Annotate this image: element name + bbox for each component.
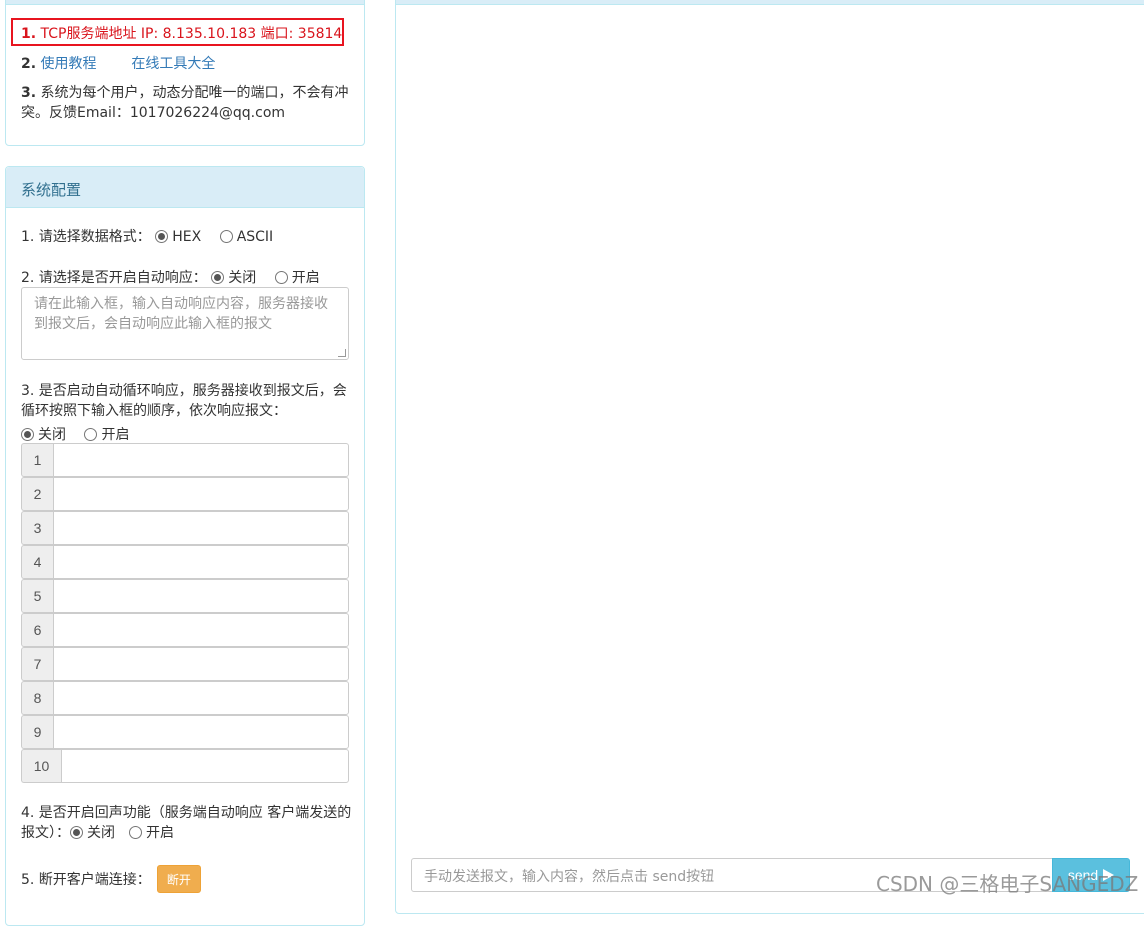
data-format-label: 1. 请选择数据格式：	[21, 229, 151, 245]
auto-response-on-radio[interactable]	[274, 271, 288, 284]
auto-response-on-label: 开启	[291, 270, 320, 286]
ascii-radio[interactable]	[219, 230, 233, 243]
loop-input-group: 5	[21, 579, 349, 613]
loop-input-index: 2	[21, 477, 53, 511]
server-address-text: TCP服务端地址 IP: 8.135.10.183 端口: 35814	[40, 26, 343, 42]
loop-input-group: 1	[21, 443, 349, 477]
tutorial-link[interactable]: 使用教程	[41, 56, 97, 72]
echo-off-label: 关闭	[87, 825, 115, 841]
loop-input-field[interactable]	[53, 545, 349, 579]
loop-input-index: 1	[21, 443, 53, 477]
loop-input-field[interactable]	[53, 613, 349, 647]
info-panel-heading	[6, 0, 364, 5]
csdn-watermark: CSDN @三格电子SANGEDZ	[876, 872, 1139, 896]
loop-input-index: 4	[21, 545, 53, 579]
server-address: 1. TCP服务端地址 IP: 8.135.10.183 端口: 35814	[21, 26, 343, 42]
config-panel: 系统配置 1. 请选择数据格式： HEX ASCII 2. 请选择是否开启自动响…	[5, 166, 365, 926]
online-tools-link[interactable]: 在线工具大全	[131, 56, 215, 72]
loop-on-label: 开启	[101, 427, 130, 443]
loop-input-group: 9	[21, 715, 349, 749]
loop-input-field[interactable]	[53, 511, 349, 545]
loop-input-index: 8	[21, 681, 53, 715]
config-heading: 系统配置	[6, 167, 364, 208]
system-note-text: 系统为每个用户，动态分配唯一的端口，不会有冲突。反馈Email：10170262…	[21, 85, 349, 121]
loop-input-field[interactable]	[53, 715, 349, 749]
loop-input-field[interactable]	[53, 579, 349, 613]
loop-input-list: 1 2 3 4 5 6 7 8 9 10	[21, 443, 349, 783]
disconnect-row: 5. 断开客户端连接： 断开	[21, 865, 201, 893]
data-format-row: 1. 请选择数据格式： HEX ASCII	[21, 226, 273, 246]
loop-off-radio[interactable]	[21, 428, 34, 441]
loop-on-radio[interactable]	[84, 428, 98, 441]
echo-off-radio[interactable]	[70, 826, 83, 839]
auto-response-placeholder: 请在此输入框，输入自动响应内容，服务器接收到报文后，会自动响应此输入框的报文	[34, 296, 328, 332]
loop-response-row: 关闭 开启	[21, 424, 129, 444]
disconnect-label: 5. 断开客户端连接：	[21, 872, 151, 888]
loop-input-field[interactable]	[53, 443, 349, 477]
auto-response-off-label: 关闭	[228, 270, 257, 286]
ascii-label: ASCII	[236, 229, 274, 245]
hex-label: HEX	[172, 229, 202, 245]
loop-off-label: 关闭	[38, 427, 66, 443]
loop-input-field[interactable]	[53, 681, 349, 715]
auto-response-textarea[interactable]: 请在此输入框，输入自动响应内容，服务器接收到报文后，会自动响应此输入框的报文	[21, 287, 349, 360]
loop-input-group: 6	[21, 613, 349, 647]
echo-row: 4. 是否开启回声功能（服务端自动响应 客户端发送的报文）： 关闭 开启	[21, 803, 361, 843]
echo-on-label: 开启	[146, 825, 174, 841]
echo-on-radio[interactable]	[129, 826, 142, 839]
hex-radio[interactable]	[155, 230, 169, 243]
loop-input-index: 5	[21, 579, 53, 613]
disconnect-button[interactable]: 断开	[156, 865, 201, 893]
loop-input-index: 6	[21, 613, 53, 647]
resize-handle-icon[interactable]	[338, 349, 346, 357]
loop-input-group: 8	[21, 681, 349, 715]
loop-input-field[interactable]	[61, 749, 349, 783]
message-panel	[395, 0, 1144, 914]
loop-input-index: 10	[21, 749, 61, 783]
auto-response-off-radio[interactable]	[211, 271, 225, 284]
loop-input-field[interactable]	[53, 477, 349, 511]
loop-input-field[interactable]	[53, 647, 349, 681]
help-links: 2. 使用教程 在线工具大全	[21, 56, 216, 72]
auto-response-row: 2. 请选择是否开启自动响应： 关闭 开启	[21, 267, 320, 287]
loop-input-group: 10	[21, 749, 349, 783]
auto-response-label: 2. 请选择是否开启自动响应：	[21, 270, 207, 286]
system-note: 3. 系统为每个用户，动态分配唯一的端口，不会有冲突。反馈Email：10170…	[21, 85, 349, 121]
loop-input-index: 3	[21, 511, 53, 545]
loop-input-group: 3	[21, 511, 349, 545]
send-message-placeholder: 手动发送报文，输入内容，然后点击 send按钮	[424, 869, 715, 885]
loop-response-label: 3. 是否启动自动循环响应，服务器接收到报文后，会循环按照下输入框的顺序，依次响…	[21, 383, 347, 419]
loop-input-index: 7	[21, 647, 53, 681]
loop-input-index: 9	[21, 715, 53, 749]
loop-input-group: 2	[21, 477, 349, 511]
loop-input-group: 4	[21, 545, 349, 579]
info-panel: 1. TCP服务端地址 IP: 8.135.10.183 端口: 35814 2…	[5, 0, 365, 146]
loop-input-group: 7	[21, 647, 349, 681]
message-panel-heading	[396, 0, 1144, 5]
